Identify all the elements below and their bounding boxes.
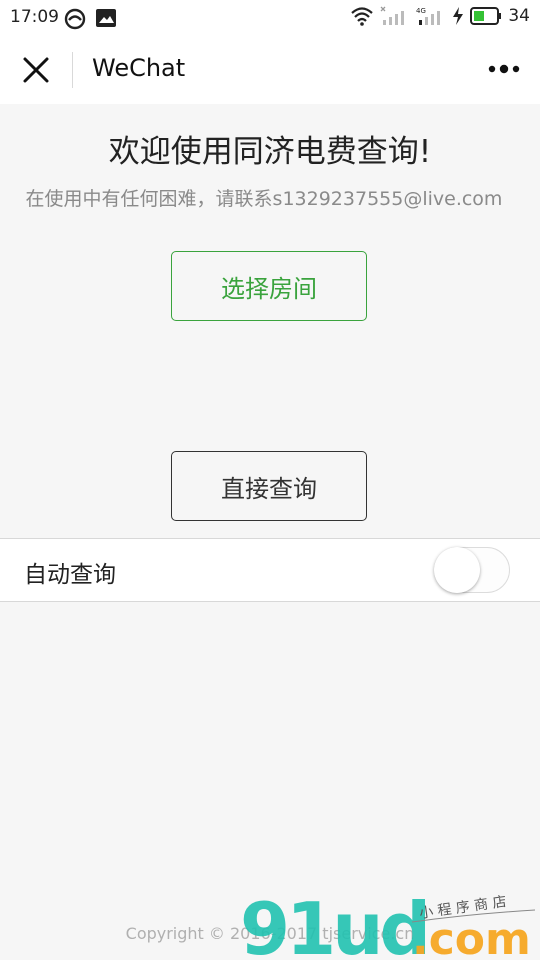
nav-bar: WeChat bbox=[0, 36, 540, 104]
nav-title: WeChat bbox=[92, 54, 186, 82]
charging-icon bbox=[453, 7, 464, 25]
auto-query-toggle[interactable] bbox=[434, 547, 510, 593]
toggle-knob bbox=[434, 547, 480, 593]
more-options-icon[interactable] bbox=[488, 62, 522, 76]
battery-icon bbox=[470, 7, 502, 25]
close-icon[interactable] bbox=[22, 56, 50, 84]
battery-level: 34 bbox=[508, 6, 530, 26]
svg-text:4G: 4G bbox=[416, 7, 426, 15]
select-room-button[interactable]: 选择房间 bbox=[171, 251, 367, 321]
status-bar: 17:09 4G 34 bbox=[0, 0, 540, 36]
auto-query-row: 自动查询 bbox=[0, 538, 540, 602]
status-right: 4G 34 bbox=[350, 6, 530, 26]
welcome-title: 欢迎使用同济电费查询! bbox=[108, 134, 432, 170]
direct-query-button[interactable]: 直接查询 bbox=[171, 451, 367, 521]
auto-query-label: 自动查询 bbox=[24, 562, 116, 588]
watermark-logo: 91ud .com 小 程 序 商 店 bbox=[240, 888, 536, 960]
svg-text:91ud: 91ud bbox=[240, 888, 427, 960]
svg-text:.com: .com bbox=[412, 914, 531, 960]
chat-bubble-icon bbox=[64, 8, 86, 30]
gallery-notification-icon bbox=[96, 9, 116, 27]
signal-sim1-icon bbox=[380, 6, 405, 25]
signal-4g-icon: 4G bbox=[416, 7, 441, 25]
status-time: 17:09 bbox=[10, 7, 59, 27]
nav-divider bbox=[72, 52, 73, 88]
wifi-icon bbox=[351, 7, 374, 26]
help-text: 在使用中有任何困难，请联系s1329237555@live.com bbox=[25, 188, 503, 210]
